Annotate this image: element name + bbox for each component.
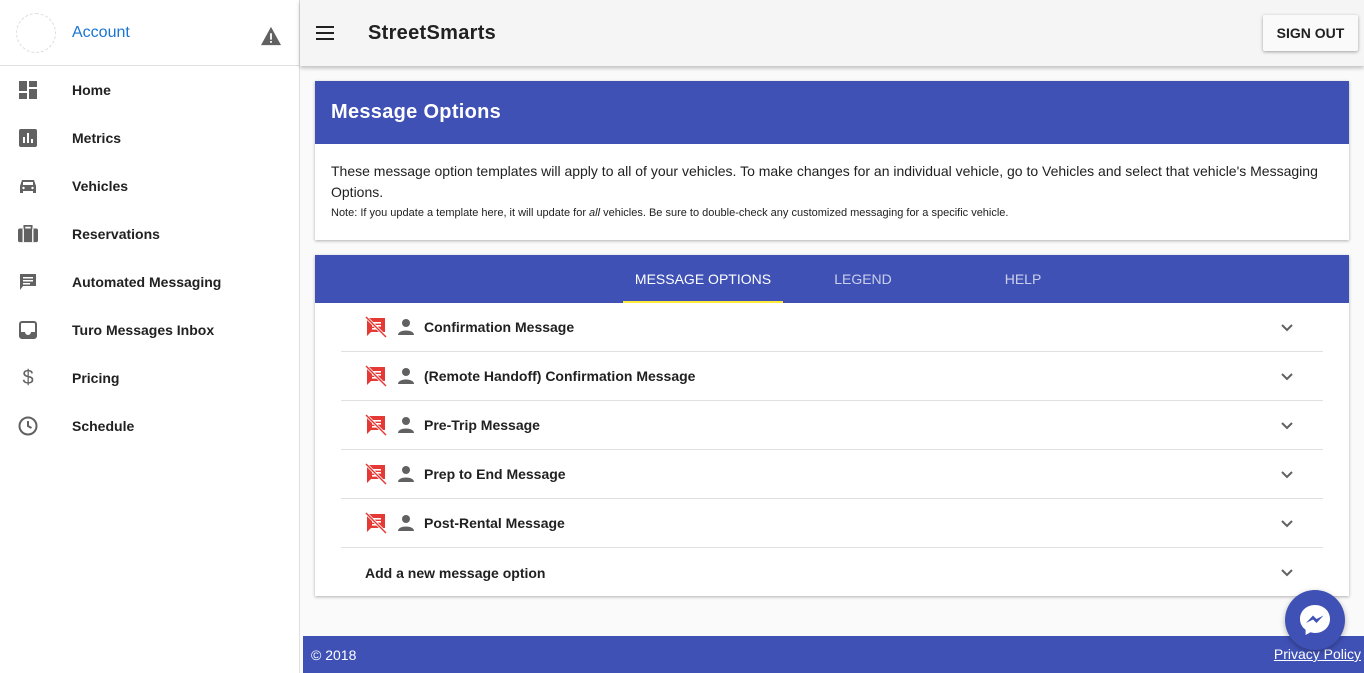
sidebar-nav: Home Metrics Vehicles Reservations Autom… — [0, 66, 299, 450]
dollar-icon: $ — [22, 366, 34, 389]
sidebar-item-automated-messaging[interactable]: Automated Messaging — [0, 258, 299, 306]
page-title: Message Options — [315, 81, 1349, 144]
message-options-card: Message Options These message option tem… — [315, 81, 1349, 240]
sidebar-item-metrics[interactable]: Metrics — [0, 114, 299, 162]
note-prefix: Note: If you update a template here, it … — [331, 207, 590, 219]
add-message-option-label: Add a new message option — [365, 564, 546, 581]
sidebar-item-reservations[interactable]: Reservations — [0, 210, 299, 258]
sidebar-item-label: Vehicles — [72, 178, 129, 194]
sidebar-item-label: Turo Messages Inbox — [72, 322, 215, 338]
message-disabled-icon — [365, 316, 387, 338]
list-item[interactable]: Post-Rental Message — [341, 499, 1323, 548]
chevron-down-icon[interactable] — [1279, 516, 1295, 532]
main-content: Message Options These message option tem… — [300, 66, 1364, 636]
sidebar-item-label: Schedule — [72, 418, 135, 434]
note-emphasis: all — [589, 207, 601, 219]
sign-out-button[interactable]: SIGN OUT — [1263, 15, 1358, 51]
footer: © 2018 Privacy Policy — [303, 636, 1364, 673]
sidebar-item-label: Metrics — [72, 130, 122, 146]
person-icon — [398, 515, 414, 531]
chevron-down-icon[interactable] — [1279, 418, 1295, 434]
person-icon — [398, 368, 414, 384]
message-label: Confirmation Message — [424, 319, 575, 335]
copyright-text: © 2018 — [311, 646, 357, 663]
message-label: (Remote Handoff) Confirmation Message — [424, 368, 696, 384]
sidebar-item-home[interactable]: Home — [0, 66, 299, 114]
chevron-down-icon[interactable] — [1279, 320, 1295, 336]
chevron-down-icon[interactable] — [1279, 467, 1295, 483]
person-icon — [398, 466, 414, 482]
note-text: Note: If you update a template here, it … — [315, 203, 1349, 219]
message-disabled-icon — [365, 365, 387, 387]
sidebar-item-label: Automated Messaging — [72, 274, 222, 290]
list-item[interactable]: (Remote Handoff) Confirmation Message — [341, 352, 1323, 401]
message-disabled-icon — [365, 512, 387, 534]
briefcase-icon — [18, 224, 38, 244]
inbox-icon — [18, 320, 38, 340]
avatar[interactable] — [16, 12, 56, 53]
person-icon — [398, 319, 414, 335]
tab-message-options[interactable]: MESSAGE OPTIONS — [623, 255, 783, 303]
sidebar-item-label: Pricing — [72, 370, 120, 386]
app-title: StreetSmarts — [368, 21, 497, 44]
message-disabled-icon — [365, 414, 387, 436]
account-row[interactable]: Account — [0, 0, 299, 66]
sidebar: Account Home Metrics Vehicles Reservatio… — [0, 0, 300, 673]
bar-chart-icon — [18, 128, 38, 148]
messenger-chat-button[interactable] — [1285, 590, 1345, 650]
message-list: Confirmation Message (Remote Handoff) Co… — [341, 303, 1323, 597]
message-icon — [18, 272, 38, 292]
menu-icon[interactable] — [316, 23, 336, 43]
dashboard-icon — [18, 80, 38, 100]
message-tabs-card: MESSAGE OPTIONS LEGEND HELP Confirmation… — [315, 255, 1349, 596]
chevron-down-icon[interactable] — [1279, 565, 1295, 581]
app-bar: StreetSmarts SIGN OUT — [300, 0, 1364, 66]
person-icon — [398, 417, 414, 433]
add-message-option[interactable]: Add a new message option — [341, 548, 1323, 597]
sidebar-item-turo-messages-inbox[interactable]: Turo Messages Inbox — [0, 306, 299, 354]
messenger-icon — [1300, 605, 1330, 635]
sidebar-item-schedule[interactable]: Schedule — [0, 402, 299, 450]
list-item[interactable]: Pre-Trip Message — [341, 401, 1323, 450]
tab-bar: MESSAGE OPTIONS LEGEND HELP — [315, 255, 1349, 303]
message-label: Post-Rental Message — [424, 515, 565, 531]
sidebar-item-pricing[interactable]: $ Pricing — [0, 354, 299, 402]
sidebar-item-vehicles[interactable]: Vehicles — [0, 162, 299, 210]
sidebar-item-label: Home — [72, 82, 111, 98]
warning-icon — [261, 26, 281, 46]
tab-legend[interactable]: LEGEND — [783, 255, 943, 303]
list-item[interactable]: Confirmation Message — [341, 303, 1323, 352]
chevron-down-icon[interactable] — [1279, 369, 1295, 385]
clock-icon — [18, 416, 38, 436]
car-icon — [18, 176, 38, 196]
message-label: Prep to End Message — [424, 466, 566, 482]
description-text: These message option templates will appl… — [331, 163, 1318, 200]
message-label: Pre-Trip Message — [424, 417, 540, 433]
message-disabled-icon — [365, 463, 387, 485]
tab-help[interactable]: HELP — [943, 255, 1103, 303]
sidebar-item-label: Reservations — [72, 226, 160, 242]
note-suffix: vehicles. Be sure to double-check any cu… — [600, 207, 1009, 219]
account-link[interactable]: Account — [72, 24, 130, 42]
list-item[interactable]: Prep to End Message — [341, 450, 1323, 499]
